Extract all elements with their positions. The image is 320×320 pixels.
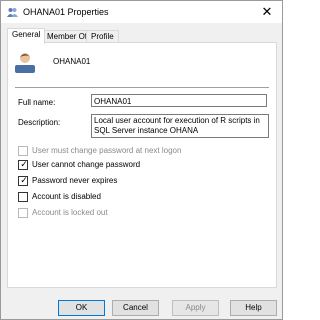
title-bar: OHANA01 Properties ✕ — [1, 1, 282, 23]
checkbox-box: ✓ — [18, 175, 28, 186]
apply-button[interactable]: Apply — [172, 300, 219, 316]
checkbox-box — [18, 208, 28, 218]
checkbox-box: ✓ — [18, 159, 28, 170]
check-icon: ✓ — [20, 159, 28, 169]
properties-dialog: OHANA01 Properties ✕ General Member Of P… — [0, 0, 283, 320]
cancel-button[interactable]: Cancel — [112, 300, 159, 316]
users-icon — [7, 8, 18, 17]
user-name-heading: OHANA01 — [53, 57, 91, 66]
close-button[interactable]: ✕ — [260, 4, 274, 20]
checkbox-label: Password never expires — [32, 176, 118, 185]
checkbox-label: Account is disabled — [32, 192, 101, 201]
checkbox-box — [18, 192, 28, 202]
window-title: OHANA01 Properties — [23, 7, 109, 17]
full-name-field[interactable]: OHANA01 — [91, 94, 267, 107]
description-label: Description: — [18, 118, 61, 127]
description-field[interactable]: Local user account for execution of R sc… — [91, 114, 269, 138]
check-icon: ✓ — [20, 175, 28, 185]
full-name-label: Full name: — [18, 98, 56, 107]
help-button[interactable]: Help — [230, 300, 277, 316]
checkbox-label: User must change password at next logon — [32, 146, 182, 155]
checkbox-label: Account is locked out — [32, 208, 108, 217]
ok-button[interactable]: OK — [58, 300, 105, 316]
tab-general[interactable]: General — [7, 28, 46, 44]
divider — [15, 87, 269, 88]
close-icon: ✕ — [261, 4, 273, 19]
checkbox-label: User cannot change password — [32, 160, 141, 169]
checkbox-box — [18, 146, 28, 156]
user-icon — [15, 53, 35, 73]
